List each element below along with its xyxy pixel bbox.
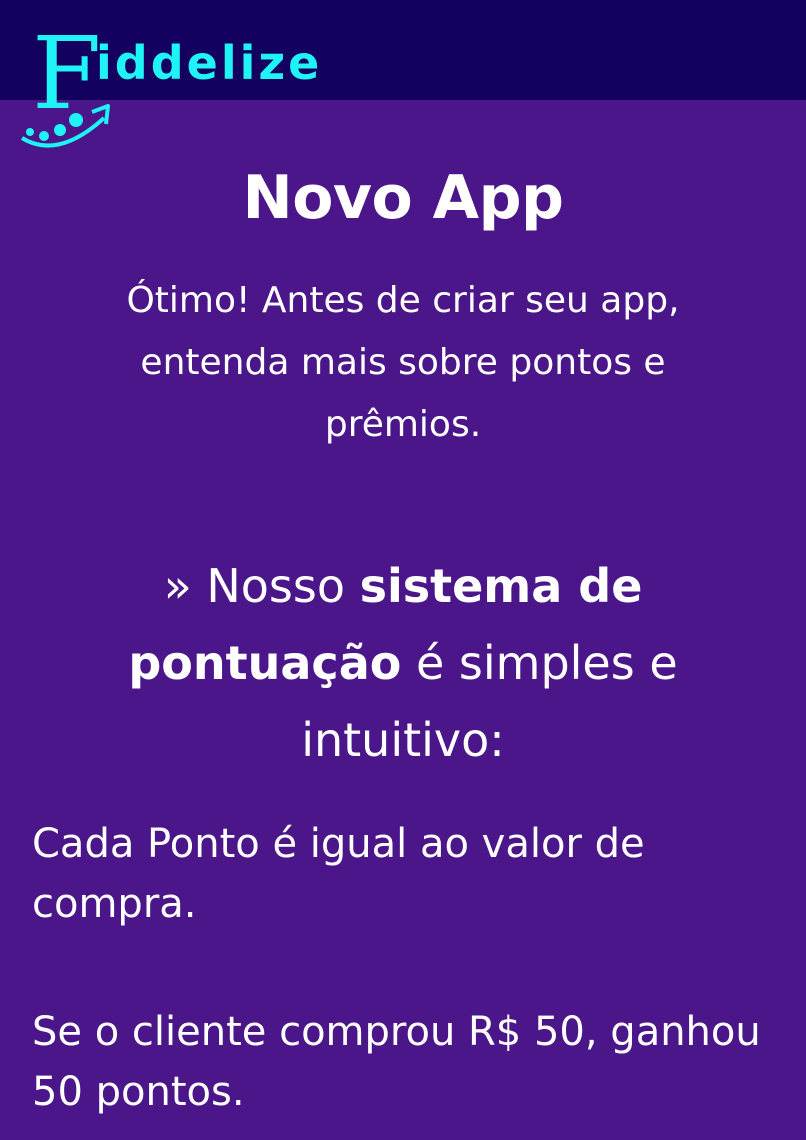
heading-prefix: » Nosso [163, 559, 360, 613]
heading-bold-2: pontuação [128, 636, 402, 690]
paragraph-points: Cada Ponto é igual ao valor de compra. [32, 821, 645, 927]
svg-text:F: F [32, 15, 101, 132]
paragraph-example: Se o cliente comprou R$ 50, ganhou 50 po… [32, 1009, 761, 1115]
logo-wordmark: iddelize [96, 36, 323, 90]
section-heading: » Nosso sistema de pontuação é simples e… [50, 548, 756, 779]
page-title: Novo App [242, 163, 565, 233]
fiddelize-logo[interactable]: F iddelize [18, 10, 328, 150]
heading-bold-1: sistema de [359, 559, 643, 613]
page-subtitle: Ótimo! Antes de criar seu app, entenda m… [126, 280, 680, 445]
